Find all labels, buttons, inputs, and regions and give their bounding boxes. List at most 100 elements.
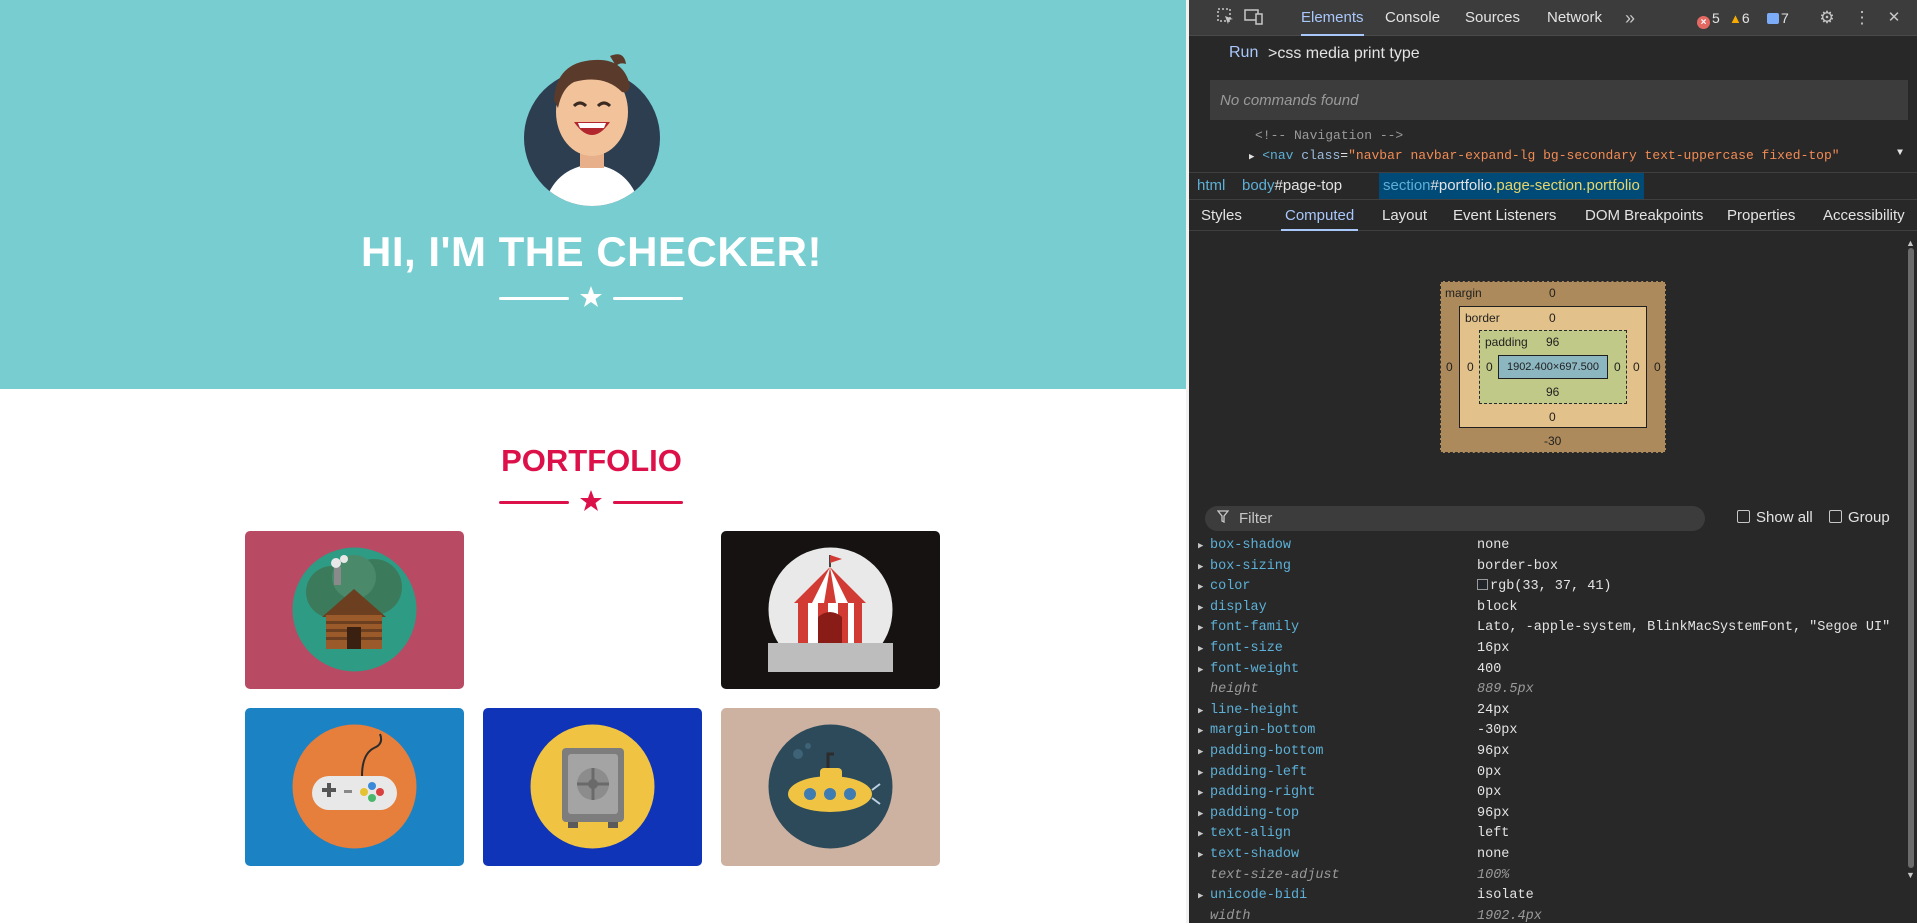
margin-top-value[interactable]: 0 <box>1549 286 1556 300</box>
border-right-value[interactable]: 0 <box>1633 360 1640 374</box>
computed-property-row[interactable]: ▶ font-size 16px <box>1189 639 1905 659</box>
scroll-down-icon[interactable]: ▼ <box>1906 870 1915 880</box>
close-icon[interactable]: ✕ <box>1884 8 1904 28</box>
padding-bottom-value[interactable]: 96 <box>1546 385 1559 399</box>
property-value: left <box>1477 824 1509 844</box>
expand-triangle-icon[interactable]: ▶ <box>1198 660 1203 680</box>
computed-property-row[interactable]: ▶ text-shadow none <box>1189 845 1905 865</box>
filter-field[interactable] <box>1205 506 1705 531</box>
computed-property-row[interactable]: ▶ box-sizing border-box <box>1189 557 1905 577</box>
border-bottom-value[interactable]: 0 <box>1549 410 1556 424</box>
tab-network[interactable]: Network <box>1547 0 1602 36</box>
group-checkbox[interactable]: Group <box>1829 509 1890 526</box>
property-value: 16px <box>1477 639 1509 659</box>
more-options-icon[interactable]: ⋮ <box>1852 8 1872 28</box>
portfolio-item-game[interactable] <box>245 708 464 866</box>
message-count[interactable]: 7 <box>1767 9 1789 27</box>
tab-event-listeners[interactable]: Event Listeners <box>1453 200 1556 231</box>
scroll-up-icon[interactable]: ▲ <box>1906 238 1915 248</box>
expand-triangle-icon[interactable]: ▶ <box>1198 618 1203 638</box>
border-left-value[interactable]: 0 <box>1467 360 1474 374</box>
property-value: 24px <box>1477 701 1509 721</box>
warning-count[interactable]: ▲6 <box>1729 9 1750 27</box>
tab-elements[interactable]: Elements <box>1301 0 1364 36</box>
portfolio-item-circus[interactable] <box>721 531 940 689</box>
show-all-checkbox[interactable]: Show all <box>1737 509 1813 526</box>
command-input[interactable] <box>1268 42 1888 66</box>
computed-property-row[interactable]: height 889.5px <box>1189 680 1905 700</box>
padding-right-value[interactable]: 0 <box>1614 360 1621 374</box>
expand-triangle-icon[interactable]: ▶ <box>1198 701 1203 721</box>
computed-property-row[interactable]: ▶ padding-left 0px <box>1189 763 1905 783</box>
computed-property-row[interactable]: width 1902.4px <box>1189 907 1905 923</box>
property-name: padding-top <box>1210 805 1300 821</box>
checkbox-box[interactable] <box>1737 510 1750 523</box>
tab-accessibility[interactable]: Accessibility <box>1823 200 1905 231</box>
device-toolbar-icon[interactable] <box>1244 8 1264 28</box>
tab-styles[interactable]: Styles <box>1201 200 1242 231</box>
computed-property-row[interactable]: ▶ line-height 24px <box>1189 701 1905 721</box>
expand-triangle-icon[interactable]: ▶ <box>1198 557 1203 577</box>
dom-nav-node[interactable]: ▶ <nav class="navbar navbar-expand-lg bg… <box>1249 148 1840 163</box>
color-swatch-icon[interactable] <box>1477 579 1488 591</box>
computed-property-row[interactable]: ▶ display block <box>1189 598 1905 618</box>
expand-triangle-icon[interactable]: ▶ <box>1198 763 1203 783</box>
expand-triangle-icon[interactable]: ▶ <box>1249 152 1254 162</box>
computed-property-row[interactable]: ▶ text-align left <box>1189 824 1905 844</box>
computed-property-row[interactable]: ▶ unicode-bidi isolate <box>1189 886 1905 906</box>
error-count[interactable]: × 5 <box>1697 9 1720 29</box>
portfolio-item-safe[interactable] <box>483 708 702 866</box>
breadcrumb-html[interactable]: html <box>1193 173 1229 199</box>
expand-triangle-icon[interactable]: ▶ <box>1198 598 1203 618</box>
expand-triangle-icon[interactable]: ▶ <box>1198 577 1203 597</box>
expand-triangle-icon[interactable]: ▶ <box>1198 721 1203 741</box>
double-chevron-icon[interactable]: » <box>1620 8 1640 28</box>
hero-title: HI, I'M THE CHECKER! <box>361 228 822 275</box>
settings-gear-icon[interactable]: ⚙ <box>1817 8 1837 28</box>
devtools-scrollbar[interactable]: ▲ ▼ <box>1905 238 1917 880</box>
expand-triangle-icon[interactable]: ▶ <box>1198 845 1203 865</box>
warning-icon: ▲ <box>1729 11 1742 26</box>
computed-property-row[interactable]: text-size-adjust 100% <box>1189 866 1905 886</box>
padding-top-value[interactable]: 96 <box>1546 335 1559 349</box>
computed-property-row[interactable]: ▶ box-shadow none <box>1189 536 1905 556</box>
filter-input[interactable] <box>1239 509 1689 528</box>
tab-console[interactable]: Console <box>1385 0 1440 36</box>
margin-left-value[interactable]: 0 <box>1446 360 1453 374</box>
portfolio-item-cabin[interactable] <box>245 531 464 689</box>
portfolio-item-submarine[interactable] <box>721 708 940 866</box>
expand-triangle-icon[interactable]: ▶ <box>1198 824 1203 844</box>
tab-dom-breakpoints[interactable]: DOM Breakpoints <box>1585 200 1703 231</box>
computed-property-row[interactable]: ▶ font-weight 400 <box>1189 660 1905 680</box>
devtools-scrollbar-thumb[interactable] <box>1908 248 1914 868</box>
expand-triangle-icon[interactable]: ▶ <box>1198 536 1203 556</box>
computed-property-row[interactable]: ▶ margin-bottom -30px <box>1189 721 1905 741</box>
property-name: text-shadow <box>1210 847 1300 862</box>
property-value-text: isolate <box>1477 888 1534 904</box>
computed-property-row[interactable]: ▶ padding-right 0px <box>1189 783 1905 803</box>
inspect-element-icon[interactable] <box>1216 8 1236 28</box>
computed-property-row[interactable]: ▶ padding-bottom 96px <box>1189 742 1905 762</box>
computed-property-row[interactable]: ▶ padding-top 96px <box>1189 804 1905 824</box>
expand-triangle-icon[interactable]: ▶ <box>1198 804 1203 824</box>
margin-bottom-value[interactable]: -30 <box>1544 434 1561 448</box>
expand-triangle-icon[interactable]: ▶ <box>1198 742 1203 762</box>
margin-right-value[interactable]: 0 <box>1654 360 1661 374</box>
expand-triangle-icon[interactable]: ▶ <box>1198 639 1203 659</box>
checkbox-box[interactable] <box>1829 510 1842 523</box>
tab-layout[interactable]: Layout <box>1382 200 1427 231</box>
tab-computed[interactable]: Computed <box>1280 200 1359 231</box>
box-model-content[interactable]: 1902.400×697.500 <box>1498 355 1608 379</box>
expand-triangle-icon[interactable]: ▶ <box>1198 783 1203 803</box>
message-icon <box>1767 13 1779 24</box>
computed-property-row[interactable]: ▶ font-family Lato, -apple-system, BlinkMa… <box>1189 618 1905 638</box>
breadcrumb-section[interactable]: section#portfolio.page-section.portfolio <box>1379 173 1644 199</box>
border-top-value[interactable]: 0 <box>1549 311 1556 325</box>
padding-left-value[interactable]: 0 <box>1486 360 1493 374</box>
tab-sources[interactable]: Sources <box>1465 0 1520 36</box>
computed-property-row[interactable]: ▶ color rgb(33, 37, 41) <box>1189 577 1905 597</box>
star-icon <box>580 286 602 307</box>
breadcrumb-body[interactable]: body#page-top <box>1238 173 1346 199</box>
expand-triangle-icon[interactable]: ▶ <box>1198 886 1203 906</box>
tab-properties[interactable]: Properties <box>1727 200 1795 231</box>
